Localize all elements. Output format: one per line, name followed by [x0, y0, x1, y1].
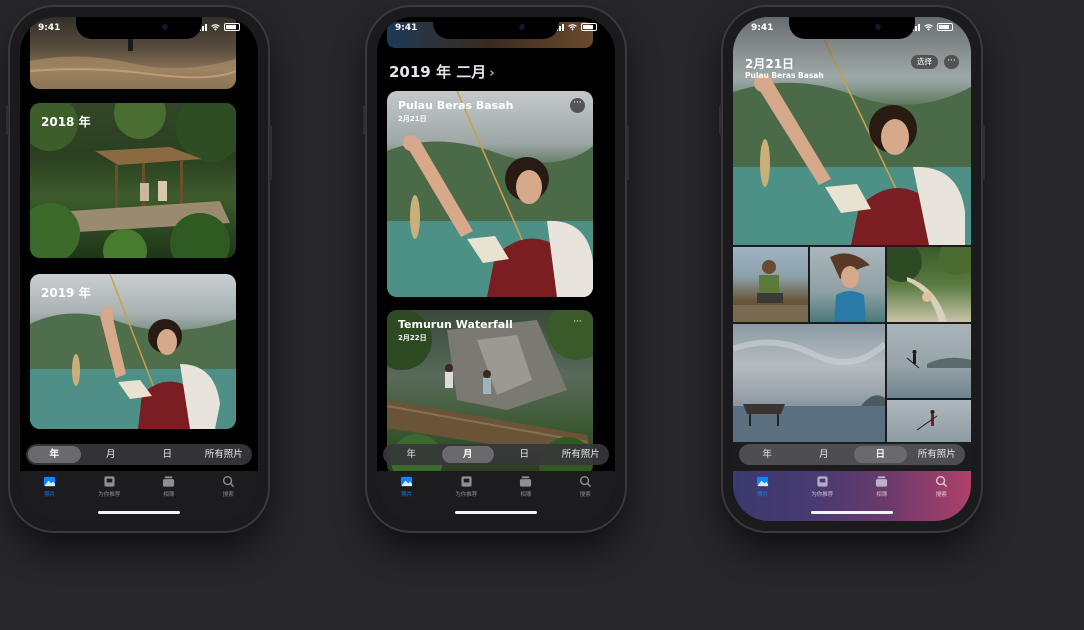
- tab-photos[interactable]: 照片: [733, 471, 793, 521]
- albums-icon: [520, 476, 532, 487]
- battery-icon: [224, 23, 240, 31]
- photo-grid-paddleboard[interactable]: [887, 324, 971, 398]
- segment-months[interactable]: 月: [441, 446, 494, 463]
- battery-icon: [937, 23, 953, 31]
- segment-all-photos[interactable]: 所有照片: [911, 446, 964, 463]
- more-options-button[interactable]: ···: [570, 317, 585, 332]
- status-time: 9:41: [38, 23, 61, 33]
- albums-icon: [876, 476, 888, 487]
- for-you-icon: [817, 476, 828, 487]
- for-you-icon: [461, 476, 472, 487]
- home-indicator: [455, 511, 537, 514]
- status-time: 9:41: [751, 23, 774, 33]
- select-button[interactable]: 选择: [911, 55, 938, 69]
- segment-days[interactable]: 日: [854, 446, 907, 463]
- wifi-icon: [211, 23, 220, 31]
- card-title: Pulau Beras Basah: [398, 99, 514, 112]
- more-options-button[interactable]: ···: [944, 55, 959, 69]
- year-label: 2019 年: [41, 286, 91, 300]
- month-header[interactable]: 2019 年 二月 ›: [389, 61, 495, 82]
- search-icon: [935, 475, 947, 488]
- albums-icon: [163, 476, 175, 487]
- tab-search[interactable]: 搜索: [556, 471, 616, 521]
- segment-months[interactable]: 月: [798, 446, 851, 463]
- photos-icon: [757, 476, 769, 487]
- photo-grid-woman-wind[interactable]: [810, 247, 885, 322]
- photo-card-pulau-beras-basah[interactable]: Pulau Beras Basah 2月21日 ···: [387, 91, 593, 297]
- status-time: 9:41: [395, 23, 418, 33]
- home-indicator: [98, 511, 180, 514]
- tab-search[interactable]: 搜索: [199, 471, 259, 521]
- card-title: Temurun Waterfall: [398, 318, 513, 331]
- for-you-icon: [104, 476, 115, 487]
- segment-all-photos[interactable]: 所有照片: [555, 446, 608, 463]
- month-header-label: 2019 年 二月: [389, 63, 487, 81]
- segment-years[interactable]: 年: [28, 446, 81, 463]
- segment-years[interactable]: 年: [741, 446, 794, 463]
- phone-months-view: 9:41 2019 年 二月 › Pulau Beras Basah 2月21日…: [363, 5, 629, 533]
- phone-years-view: 9:41 2018 年 2019 年 年 月 日 所有照片 照片 为你推荐 相簿…: [6, 5, 272, 533]
- photo-grid-pier-sea[interactable]: [733, 324, 885, 442]
- view-segmented-control: 年 月 日 所有照片: [26, 444, 252, 465]
- chevron-right-icon: ›: [489, 66, 495, 81]
- wifi-icon: [568, 23, 577, 31]
- photo-grid-paddler[interactable]: [887, 400, 971, 442]
- photos-icon: [44, 476, 56, 487]
- segment-all-photos[interactable]: 所有照片: [198, 446, 251, 463]
- year-label: 2018 年: [41, 115, 91, 129]
- photo-year-2018[interactable]: 2018 年: [30, 103, 236, 258]
- screen: 9:41 2019 年 二月 › Pulau Beras Basah 2月21日…: [377, 17, 615, 521]
- view-segmented-control: 年 月 日 所有照片: [739, 444, 965, 465]
- day-date-title: 2月21日: [745, 57, 795, 71]
- photo-hero-woman-fishing[interactable]: [733, 17, 971, 246]
- notch: [433, 17, 559, 39]
- wifi-icon: [924, 23, 933, 31]
- notch: [76, 17, 202, 39]
- search-icon: [222, 475, 234, 488]
- segment-days[interactable]: 日: [141, 446, 194, 463]
- tab-photos[interactable]: 照片: [377, 471, 437, 521]
- day-location: Pulau Beras Basah: [745, 71, 824, 80]
- more-options-button[interactable]: ···: [570, 98, 585, 113]
- photo-grid-palm-tree[interactable]: [887, 247, 971, 322]
- woman-fishing-illustration: [733, 17, 971, 246]
- notch: [789, 17, 915, 39]
- segment-months[interactable]: 月: [85, 446, 138, 463]
- screen: 9:41 2月21日 Pulau Beras Basah 选择 ··· 年 月 …: [733, 17, 971, 521]
- photo-grid-man-sitting[interactable]: [733, 247, 808, 322]
- photos-icon: [401, 476, 413, 487]
- phone-days-view: 9:41 2月21日 Pulau Beras Basah 选择 ··· 年 月 …: [719, 5, 985, 533]
- view-segmented-control: 年 月 日 所有照片: [383, 444, 609, 465]
- search-icon: [579, 475, 591, 488]
- segment-days[interactable]: 日: [498, 446, 551, 463]
- battery-icon: [581, 23, 597, 31]
- segment-years[interactable]: 年: [385, 446, 438, 463]
- card-date: 2月22日: [398, 334, 427, 342]
- photo-year-2019[interactable]: 2019 年: [30, 274, 236, 429]
- card-date: 2月21日: [398, 115, 427, 123]
- screen: 9:41 2018 年 2019 年 年 月 日 所有照片 照片 为你推荐 相簿…: [20, 17, 258, 521]
- tab-photos[interactable]: 照片: [20, 471, 80, 521]
- home-indicator: [811, 511, 893, 514]
- tab-search[interactable]: 搜索: [912, 471, 972, 521]
